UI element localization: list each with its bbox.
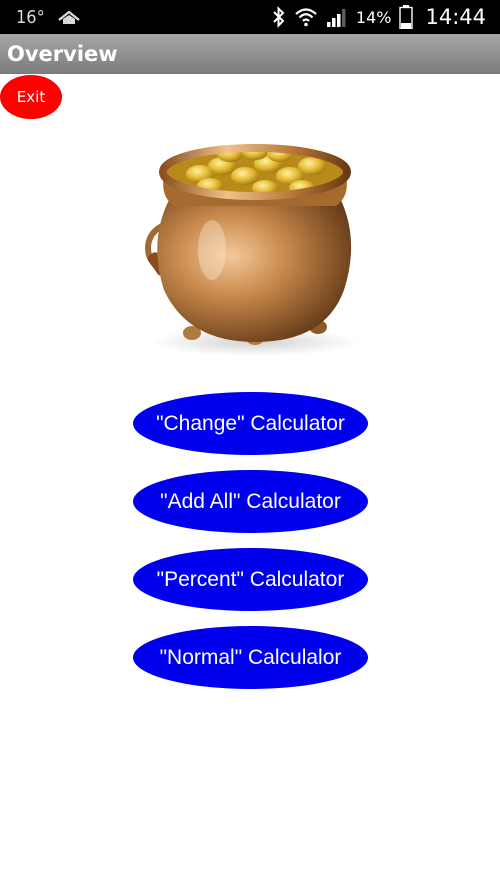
page-title: Overview — [7, 42, 118, 66]
signal-icon — [326, 9, 346, 27]
percent-calculator-button[interactable]: "Percent" Calculator — [133, 548, 368, 611]
add-all-calculator-button[interactable]: "Add All" Calculator — [133, 470, 368, 533]
battery-percent: 14% — [355, 7, 392, 27]
change-calculator-button[interactable]: "Change" Calculator — [133, 392, 368, 455]
title-bar: Overview — [0, 34, 500, 74]
home-icon — [57, 10, 80, 24]
wifi-icon — [295, 8, 317, 27]
exit-button[interactable]: Exit — [0, 75, 62, 119]
bluetooth-icon — [273, 6, 285, 28]
clock: 14:44 — [425, 5, 486, 29]
temperature-text: 16° — [16, 6, 45, 28]
status-bar: 16° 14% 14:44 — [0, 0, 500, 34]
normal-calculator-button[interactable]: "Normal" Calculalor — [133, 626, 368, 689]
battery-icon — [399, 5, 414, 29]
status-left: 16° — [16, 0, 81, 34]
pot-of-gold-image — [145, 144, 360, 356]
status-right: 14% 14:44 — [272, 0, 486, 34]
